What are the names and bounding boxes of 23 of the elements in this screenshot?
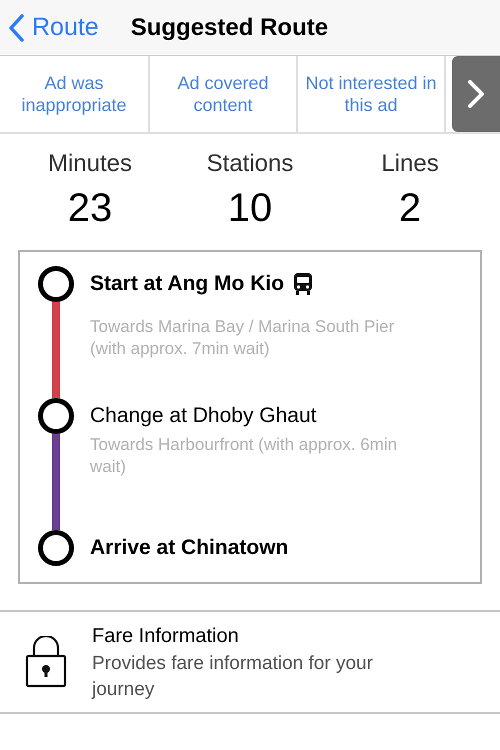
ad-feedback-option[interactable]: Not interested in this ad bbox=[298, 56, 446, 132]
fare-subtitle: Provides fare information for your journey bbox=[92, 652, 374, 702]
stat-label: Stations bbox=[206, 149, 294, 179]
fare-row[interactable]: Fare Information Provides fare information for your journey bbox=[0, 610, 500, 714]
stat-value: 10 bbox=[228, 185, 272, 232]
stop-description: Towards Marina Bay / Marina South Pier (with approx. 7min wait) bbox=[90, 316, 396, 360]
stat-label: Minutes bbox=[48, 149, 132, 179]
next-button[interactable] bbox=[452, 56, 500, 132]
stop-description: Towards Harbourfront (with approx. 6min wait) bbox=[90, 434, 398, 478]
stop-name: Change at Dhoby Ghaut bbox=[90, 403, 316, 430]
back-button[interactable]: Route bbox=[8, 8, 99, 46]
back-chevron-icon bbox=[8, 14, 24, 42]
stop-name: Start at Ang Mo Kio bbox=[90, 271, 284, 298]
stat-value: 23 bbox=[68, 185, 112, 232]
ad-feedback-option[interactable]: Ad covered content bbox=[150, 56, 298, 132]
ad-feedback-option[interactable]: Ad was inappropriate bbox=[0, 56, 150, 132]
chevron-right-icon bbox=[467, 79, 485, 109]
fare-title: Fare Information bbox=[92, 624, 240, 649]
screen-title: Suggested Route bbox=[130, 12, 328, 42]
stat-value: 2 bbox=[398, 185, 422, 232]
stop-name: Arrive at Chinatown bbox=[90, 535, 288, 562]
lock-icon bbox=[25, 636, 67, 688]
stat-label: Lines bbox=[381, 149, 439, 179]
